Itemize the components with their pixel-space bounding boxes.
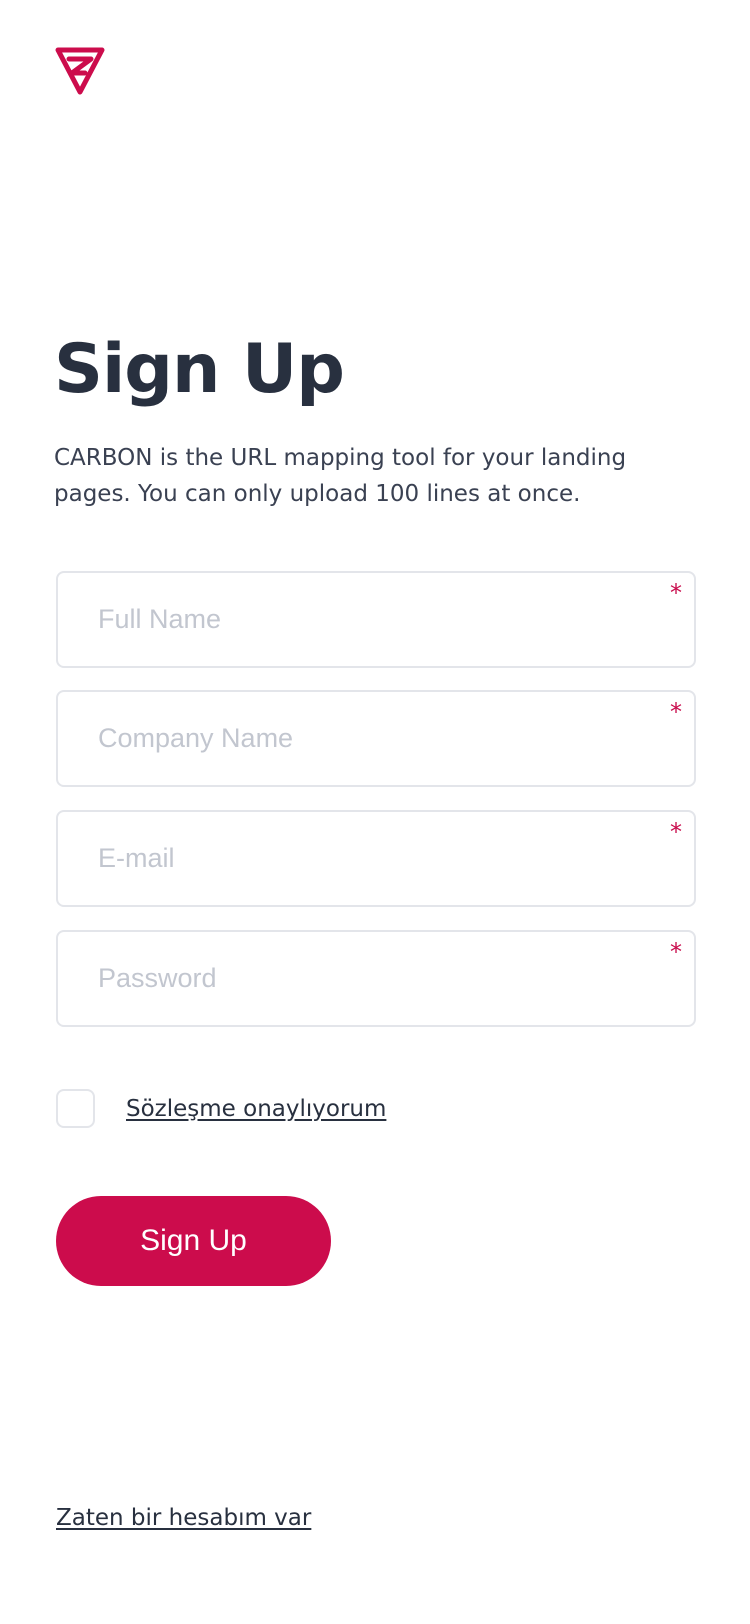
required-asterisk: * [670,818,682,846]
email-input[interactable] [58,812,694,905]
carbon-logo-icon [54,46,106,98]
company-name-input[interactable] [58,692,694,785]
full-name-input[interactable] [58,573,694,666]
sign-up-button[interactable]: Sign Up [56,1196,331,1286]
required-asterisk: * [670,579,682,607]
company-name-field: * [56,690,696,787]
full-name-field: * [56,571,696,668]
agreement-link[interactable]: Sözleşme onaylıyorum [126,1091,386,1127]
required-asterisk: * [670,938,682,966]
password-field: * [56,930,696,1027]
page-title: Sign Up [54,330,345,409]
email-field: * [56,810,696,907]
existing-account-link[interactable]: Zaten bir hesabım var [56,1500,311,1536]
password-input[interactable] [58,932,694,1025]
page-description: CARBON is the URL mapping tool for your … [54,445,627,507]
required-asterisk: * [670,698,682,726]
agreement-checkbox[interactable] [56,1089,95,1128]
